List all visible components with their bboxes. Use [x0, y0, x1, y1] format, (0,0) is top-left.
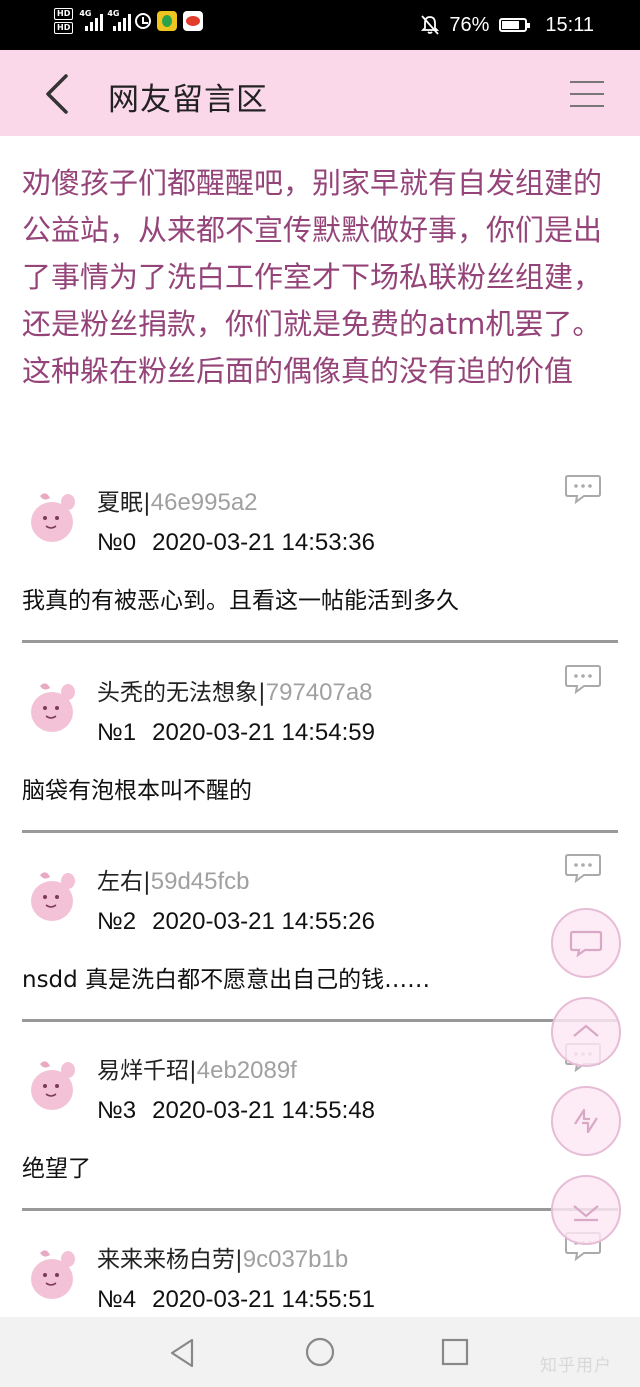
comment-header: 头秃的无法想象|797407a8 [97, 678, 373, 708]
user-id: 797407a8 [265, 679, 373, 706]
comment-meta: №0 2020-03-21 14:53:36 [97, 528, 375, 558]
reply-icon[interactable] [564, 664, 602, 696]
username[interactable]: 头秃的无法想象 [97, 680, 258, 706]
comment-header: 左右|59d45fcb [97, 867, 250, 897]
username[interactable]: 夏眠 [97, 490, 143, 516]
comment-number: №3 [97, 1097, 137, 1124]
comment-number: №2 [97, 908, 137, 935]
weibo-icon [183, 11, 204, 31]
comment-number: №4 [97, 1286, 137, 1313]
comment-number: №0 [97, 529, 137, 556]
comment-header: 来来来杨白劳|9c037b1b [97, 1245, 348, 1275]
comment-fab[interactable] [551, 908, 621, 978]
scroll-top-icon [573, 1024, 599, 1037]
status-icons-left: HD HD 4G 4G [54, 8, 204, 34]
refresh-fab[interactable] [551, 1086, 621, 1156]
comment-meta: №1 2020-03-21 14:54:59 [97, 718, 375, 748]
separator: | [143, 869, 151, 895]
status-icons-right: 76% 15:11 [421, 0, 594, 50]
comment-number: №1 [97, 719, 137, 746]
clock: 15:11 [545, 13, 594, 36]
avatar[interactable] [26, 1245, 78, 1303]
comment-icon [569, 930, 603, 958]
comment-text: nsdd 真是洗白都不愿意出自己的钱…… [22, 967, 431, 993]
scroll-bottom-fab[interactable] [551, 1175, 621, 1245]
comment-meta: №4 2020-03-21 14:55:51 [97, 1285, 375, 1315]
divider [22, 830, 618, 833]
signal-icon: 4G [79, 9, 104, 31]
separator: | [235, 1247, 243, 1273]
refresh-icon [574, 1108, 598, 1134]
comment-datetime: 2020-03-21 14:55:26 [152, 908, 375, 935]
comment-text: 绝望了 [22, 1156, 91, 1182]
app-icon [157, 11, 178, 31]
battery-icon [499, 18, 531, 32]
user-id: 9c037b1b [242, 1246, 349, 1273]
comment-text: 我真的有被恶心到。且看这一帖能活到多久 [22, 588, 459, 614]
post-body: 劝傻孩子们都醒醒吧，别家早就有自发组建的公益站，从来都不宣传默默做好事，你们是出… [22, 166, 603, 388]
back-triangle-icon[interactable] [168, 1337, 198, 1369]
separator: | [258, 680, 266, 706]
status-bar: HD HD 4G 4G 76% 15:11 [0, 0, 640, 50]
username[interactable]: 易烊千玿 [97, 1058, 189, 1084]
alarm-icon [135, 13, 152, 29]
user-id: 4eb2089f [196, 1057, 297, 1084]
comment-datetime: 2020-03-21 14:55:48 [152, 1097, 375, 1124]
hd-icon: HD HD [54, 8, 74, 34]
chevron-left-icon[interactable] [42, 72, 82, 116]
comment-meta: №3 2020-03-21 14:55:48 [97, 1096, 375, 1126]
comment-text: 脑袋有泡根本叫不醒的 [22, 778, 252, 804]
comment-datetime: 2020-03-21 14:55:51 [152, 1286, 375, 1313]
avatar[interactable] [26, 1056, 78, 1114]
avatar[interactable] [26, 867, 78, 925]
signal-icon: 4G [107, 9, 132, 31]
reply-icon[interactable] [564, 474, 602, 506]
reply-icon[interactable] [564, 853, 602, 885]
avatar[interactable] [26, 488, 78, 546]
user-id: 59d45fcb [150, 868, 250, 895]
hd-badge-2: HD [54, 22, 74, 34]
avatar[interactable] [26, 678, 78, 736]
hd-badge-1: HD [54, 8, 74, 20]
separator: | [189, 1058, 197, 1084]
user-id: 46e995a2 [150, 489, 258, 516]
divider [22, 1208, 618, 1211]
home-circle-icon[interactable] [304, 1336, 336, 1368]
bell-off-icon [421, 15, 440, 35]
battery-percent: 76% [449, 13, 490, 36]
app-header: 网友留言区 [0, 50, 640, 136]
comment-header: 易烊千玿|4eb2089f [97, 1056, 297, 1086]
comment-datetime: 2020-03-21 14:54:59 [152, 719, 375, 746]
comment-meta: №2 2020-03-21 14:55:26 [97, 907, 375, 937]
scroll-bottom-icon [573, 1205, 599, 1222]
page-title: 网友留言区 [108, 82, 268, 118]
watermark: 知乎用户 [540, 1356, 612, 1376]
comment-header: 夏眠|46e995a2 [97, 488, 258, 518]
comment-datetime: 2020-03-21 14:53:36 [152, 529, 375, 556]
menu-icon[interactable] [570, 80, 604, 108]
username[interactable]: 来来来杨白劳 [97, 1247, 235, 1273]
username[interactable]: 左右 [97, 869, 143, 895]
recents-square-icon[interactable] [441, 1338, 469, 1366]
scroll-top-fab[interactable] [551, 997, 621, 1067]
separator: | [143, 490, 151, 516]
divider [22, 640, 618, 643]
divider [22, 1019, 618, 1022]
